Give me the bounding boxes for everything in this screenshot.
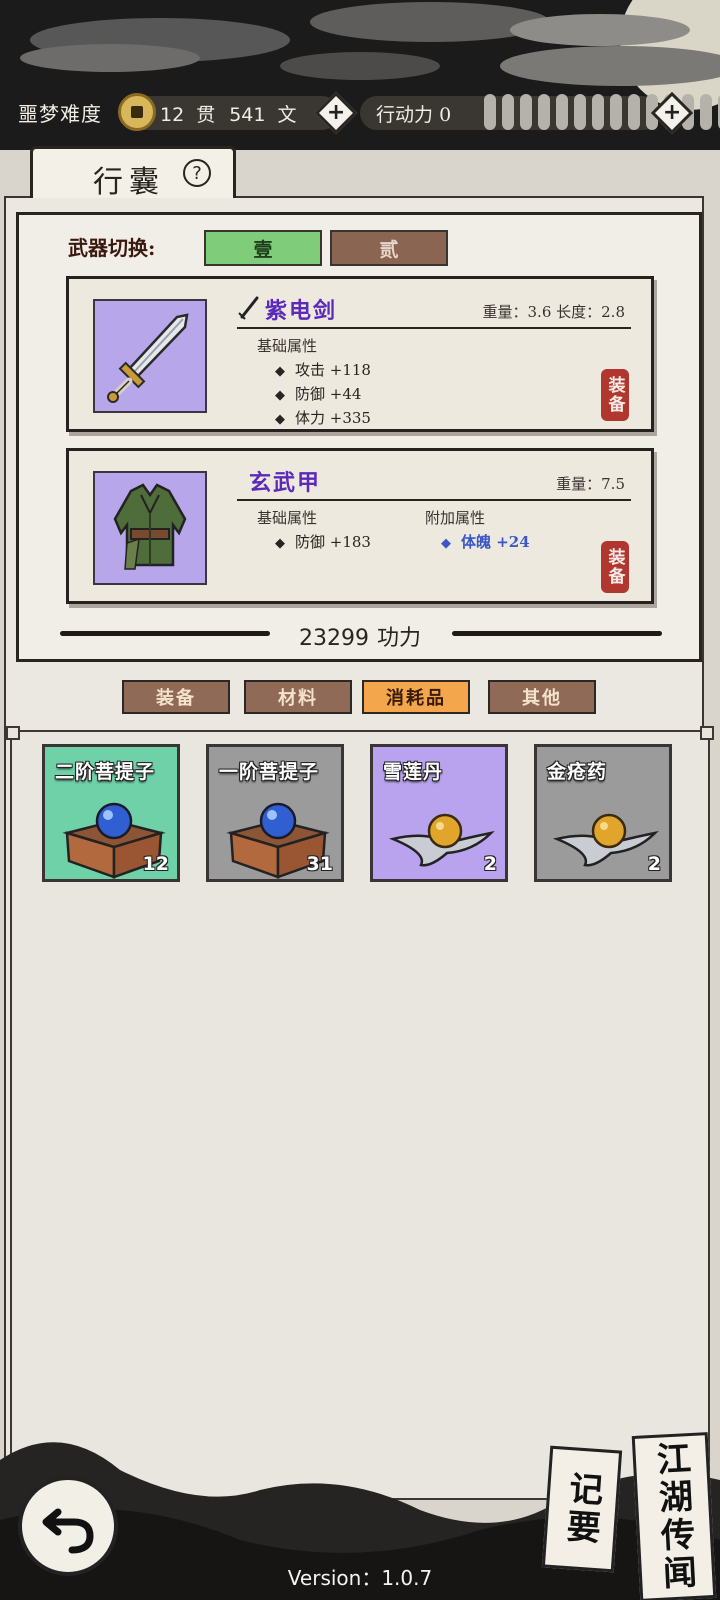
extra-attr-title: 附加属性 bbox=[425, 509, 486, 527]
money-wen-unit: 文 bbox=[277, 104, 297, 126]
equip-armor-button[interactable]: 装备 bbox=[601, 541, 629, 593]
base-attr-title: 基础属性 bbox=[257, 337, 318, 355]
coin-icon bbox=[118, 93, 156, 131]
weapon-name: 紫电剑 bbox=[265, 298, 338, 324]
money-guan-unit: 贯 bbox=[196, 104, 216, 126]
power-label: 功力 bbox=[376, 626, 421, 651]
stamina-bar bbox=[700, 94, 712, 130]
item-count: 2 bbox=[483, 853, 497, 875]
armor-icon bbox=[113, 483, 187, 570]
version-label: Version：1.0.7 bbox=[287, 1566, 433, 1590]
memo-button[interactable]: 记要 bbox=[541, 1445, 623, 1573]
stamina-bar bbox=[520, 94, 532, 130]
plus-icon: + bbox=[326, 100, 346, 125]
action-value: 0 bbox=[439, 104, 452, 126]
weapon-switch-label: 武器切换: bbox=[68, 236, 156, 260]
inventory-slot[interactable]: 一阶菩提子 31 bbox=[206, 744, 344, 882]
inventory-slot[interactable]: 金疮药 2 bbox=[534, 744, 672, 882]
action-label: 行动力 bbox=[376, 104, 434, 126]
base-attr-title: 基础属性 bbox=[257, 509, 318, 527]
page-title: 行囊 bbox=[93, 165, 165, 200]
inventory-slot[interactable]: 雪莲丹 2 bbox=[370, 744, 508, 882]
weapon-slot-1-button[interactable]: 壹 bbox=[204, 230, 322, 266]
equip-weapon-button[interactable]: 装备 bbox=[601, 369, 629, 421]
back-button[interactable] bbox=[18, 1476, 118, 1576]
armor-weight: 重量：7.5 bbox=[556, 475, 625, 493]
back-arrow-icon bbox=[42, 1508, 94, 1554]
divider bbox=[237, 327, 631, 329]
equipped-armor-card[interactable]: 玄武甲 重量：7.5 基础属性 防御 +183 附加属性 体魄 +24 装备 bbox=[66, 448, 654, 604]
money-display: 12 贯 541 文 bbox=[160, 100, 296, 127]
inventory-slot[interactable]: 二阶菩提子 12 bbox=[42, 744, 180, 882]
stamina-bar bbox=[538, 94, 550, 130]
stamina-bar bbox=[574, 94, 586, 130]
tab-consumables[interactable]: 消耗品 bbox=[362, 680, 470, 714]
stamina-bar bbox=[556, 94, 568, 130]
item-name: 金疮药 bbox=[547, 761, 608, 783]
item-name: 二阶菩提子 bbox=[55, 761, 156, 783]
weapon-portrait bbox=[93, 299, 207, 413]
tab-materials[interactable]: 材料 bbox=[244, 680, 352, 714]
difficulty-label: 噩梦难度 bbox=[18, 102, 102, 126]
stamina-bar bbox=[628, 94, 640, 130]
money-wen: 541 bbox=[229, 104, 266, 126]
attr-attack: 攻击 +118 bbox=[275, 359, 371, 383]
base-attr-list: 攻击 +118 防御 +44 体力 +335 bbox=[275, 359, 371, 431]
attr-stamina: 体力 +335 bbox=[275, 407, 371, 431]
equipped-weapon-card[interactable]: 紫电剑 重量：3.6 长度：2.8 基础属性 攻击 +118 防御 +44 体力… bbox=[66, 276, 654, 432]
frame-corner bbox=[700, 726, 714, 740]
divider bbox=[237, 499, 631, 501]
sword-icon bbox=[107, 313, 189, 403]
power-value: 23299 bbox=[298, 626, 369, 651]
stamina-bar bbox=[610, 94, 622, 130]
base-attr-list: 防御 +183 bbox=[275, 531, 371, 555]
attr-defense: 防御 +44 bbox=[275, 383, 371, 407]
item-count: 12 bbox=[142, 853, 169, 875]
money-guan: 12 bbox=[160, 104, 185, 126]
armor-name: 玄武甲 bbox=[249, 470, 322, 496]
stamina-bar bbox=[592, 94, 604, 130]
power-display: 23299 功力 bbox=[0, 620, 720, 652]
item-name: 雪莲丹 bbox=[383, 761, 444, 783]
stamina-bar bbox=[484, 94, 496, 130]
extra-attr-list: 体魄 +24 bbox=[441, 531, 530, 555]
frame-corner bbox=[6, 726, 20, 740]
armor-portrait bbox=[93, 471, 207, 585]
bag-title-tab: 行囊 ? bbox=[30, 146, 236, 200]
attr-physique: 体魄 +24 bbox=[441, 531, 530, 555]
pill-icon bbox=[552, 813, 659, 867]
weapon-slot-2-button[interactable]: 贰 bbox=[330, 230, 448, 266]
tab-other[interactable]: 其他 bbox=[488, 680, 596, 714]
pill-icon bbox=[388, 813, 495, 867]
plus-icon: + bbox=[662, 100, 682, 125]
attr-defense: 防御 +183 bbox=[275, 531, 371, 555]
weapon-type-icon bbox=[238, 296, 259, 320]
stamina-bar bbox=[502, 94, 514, 130]
item-count: 31 bbox=[306, 853, 333, 875]
action-points: 行动力 0 bbox=[376, 100, 451, 127]
item-count: 2 bbox=[647, 853, 661, 875]
help-icon[interactable]: ? bbox=[183, 159, 211, 187]
weapon-weight-length: 重量：3.6 长度：2.8 bbox=[482, 303, 625, 321]
tab-equipment[interactable]: 装备 bbox=[122, 680, 230, 714]
item-name: 一阶菩提子 bbox=[219, 761, 320, 783]
